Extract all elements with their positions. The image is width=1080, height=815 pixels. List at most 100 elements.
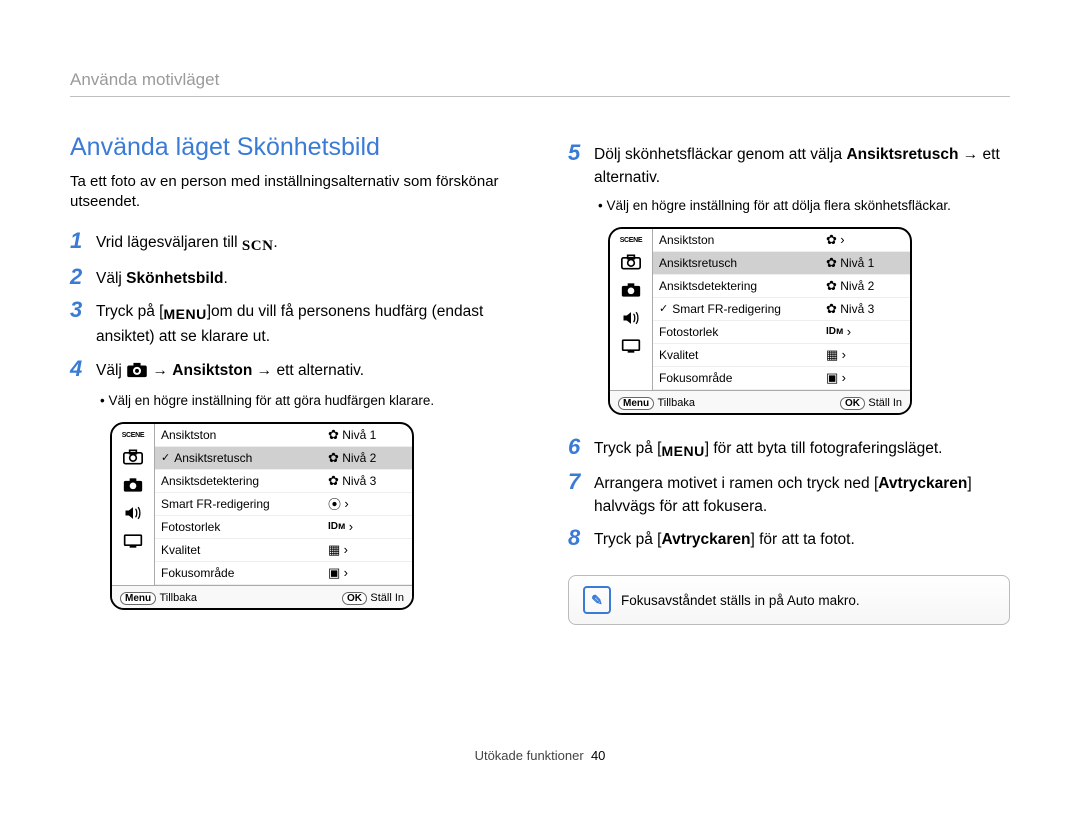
bullet-note: Välj en högre inställning för att göra h…	[110, 393, 512, 408]
step-4: 4 Välj → Ansiktston → ett alternativ.	[70, 357, 512, 385]
quality-icon: ▦	[826, 347, 838, 363]
page-footer: Utökade funktioner 40	[0, 748, 1080, 763]
step-6: 6 Tryck på [MENU] för att byta till foto…	[568, 435, 1010, 462]
quality-icon: ▦	[328, 542, 340, 558]
left-column: Använda läget Skönhetsbild Ta ett foto a…	[70, 133, 512, 630]
step-number: 7	[568, 470, 594, 494]
step-2: 2 Välj Skönhetsbild.	[70, 265, 512, 290]
value-item[interactable]: ✿ Nivå 1	[820, 252, 910, 275]
value-item[interactable]: IDᴍ ›	[820, 321, 910, 344]
speaker-icon	[119, 502, 147, 524]
list-item[interactable]: Ansiktsdetektering	[653, 275, 820, 298]
menu-panel-right: SCENE	[608, 227, 912, 415]
menu-icon: MENU	[661, 441, 704, 462]
footer-back-label: Tillbaka	[657, 397, 695, 409]
list-item[interactable]: Ansiktsretusch	[653, 252, 820, 275]
list-item[interactable]: Fokusområde	[155, 562, 322, 585]
list-item[interactable]: Kvalitet	[155, 539, 322, 562]
menu-button[interactable]: Menu	[618, 397, 654, 410]
list-item[interactable]: Kvalitet	[653, 344, 820, 367]
camera-fill-icon	[617, 279, 645, 301]
scene-label: SCENE	[620, 237, 643, 244]
list-item[interactable]: Smart FR-redigering	[155, 493, 322, 516]
face-level-icon: ✿	[826, 232, 837, 248]
camera-icon	[126, 362, 148, 385]
step-number: 5	[568, 141, 594, 165]
step-number: 1	[70, 229, 96, 253]
off-icon: ⦿	[328, 494, 341, 513]
list-item[interactable]: Ansiktston	[653, 229, 820, 252]
chevron-right-icon: ›	[344, 565, 348, 580]
list-item[interactable]: ✓Ansiktsretusch	[155, 447, 322, 470]
screen-icon	[119, 530, 147, 552]
value-item[interactable]: ▣ ›	[322, 562, 412, 585]
step-3: 3 Tryck på [MENU]om du vill få personens…	[70, 298, 512, 348]
breadcrumb: Använda motivläget	[70, 70, 1010, 97]
chevron-right-icon: ›	[840, 232, 844, 247]
check-icon: ✓	[161, 451, 170, 464]
value-item[interactable]: ✿ Nivå 2	[820, 275, 910, 298]
chevron-right-icon: ›	[344, 542, 348, 557]
value-item[interactable]: ✿ Nivå 3	[820, 298, 910, 321]
camera-icon	[617, 251, 645, 273]
step-number: 3	[70, 298, 96, 322]
chevron-right-icon: ›	[847, 324, 851, 339]
step-7: 7 Arrangera motivet i ramen och tryck ne…	[568, 470, 1010, 519]
bullet-note: Välj en högre inställning för att dölja …	[608, 198, 1010, 213]
intro-text: Ta ett foto av en person med inställning…	[70, 172, 512, 213]
panel-list: Ansiktston ✓Ansiktsretusch Ansiktsdetekt…	[155, 424, 322, 585]
value-item[interactable]: ▦ ›	[322, 539, 412, 562]
page-number: 40	[591, 748, 605, 763]
size-icon: IDᴍ	[826, 326, 843, 337]
value-item[interactable]: ✿ Nivå 2	[322, 447, 412, 470]
ok-button[interactable]: OK	[840, 397, 865, 410]
footer-ok-label: Ställ In	[868, 397, 902, 409]
camera-fill-icon	[119, 474, 147, 496]
list-item[interactable]: ✓Smart FR-redigering	[653, 298, 820, 321]
step-5: 5 Dölj skönhetsfläckar genom att välja A…	[568, 141, 1010, 190]
value-item[interactable]: ⦿ ›	[322, 493, 412, 516]
footer-back-label: Tillbaka	[159, 592, 197, 604]
panel-list: Ansiktston Ansiktsretusch Ansiktsdetekte…	[653, 229, 820, 390]
menu-button[interactable]: Menu	[120, 592, 156, 605]
scn-icon: SCN	[242, 235, 274, 258]
value-item[interactable]: ▣ ›	[820, 367, 910, 390]
list-item[interactable]: Fotostorlek	[155, 516, 322, 539]
list-item[interactable]: Fokusområde	[653, 367, 820, 390]
info-icon: ✎	[583, 586, 611, 614]
screen-icon	[617, 335, 645, 357]
step-number: 8	[568, 526, 594, 550]
chevron-right-icon: ›	[842, 370, 846, 385]
list-item[interactable]: Ansiktston	[155, 424, 322, 447]
footer-ok-label: Ställ In	[370, 592, 404, 604]
note-box: ✎ Fokusavståndet ställs in på Auto makro…	[568, 575, 1010, 625]
panel-values: ✿ Nivå 1 ✿ Nivå 2 ✿ Nivå 3 ⦿ › IDᴍ › ▦ ›…	[322, 424, 412, 585]
chevron-right-icon: ›	[842, 347, 846, 362]
face-level-icon: ✿	[328, 427, 339, 443]
step-1: 1 Vrid lägesväljaren till SCN.	[70, 229, 512, 258]
face-level-icon: ✿	[826, 301, 837, 317]
list-item[interactable]: Fotostorlek	[653, 321, 820, 344]
chevron-right-icon: ›	[344, 496, 348, 511]
value-item[interactable]: IDᴍ ›	[322, 516, 412, 539]
panel-footer: Menu Tillbaka OK Ställ In	[112, 585, 412, 608]
ok-button[interactable]: OK	[342, 592, 367, 605]
face-level-icon: ✿	[826, 278, 837, 294]
menu-icon: MENU	[163, 304, 206, 325]
panel-footer: Menu Tillbaka OK Ställ In	[610, 390, 910, 413]
panel-left-rail: SCENE	[112, 424, 155, 585]
check-icon: ✓	[659, 302, 668, 315]
panel-left-rail: SCENE	[610, 229, 653, 390]
value-item[interactable]: ✿ Nivå 3	[322, 470, 412, 493]
scene-label: SCENE	[122, 432, 145, 439]
right-column: 5 Dölj skönhetsfläckar genom att välja A…	[568, 133, 1010, 630]
chevron-right-icon: ›	[349, 519, 353, 534]
speaker-icon	[617, 307, 645, 329]
face-level-icon: ✿	[328, 450, 339, 466]
menu-panel-left: SCENE	[110, 422, 414, 610]
step-number: 2	[70, 265, 96, 289]
value-item[interactable]: ▦ ›	[820, 344, 910, 367]
value-item[interactable]: ✿ Nivå 1	[322, 424, 412, 447]
value-item[interactable]: ✿ ›	[820, 229, 910, 252]
list-item[interactable]: Ansiktsdetektering	[155, 470, 322, 493]
